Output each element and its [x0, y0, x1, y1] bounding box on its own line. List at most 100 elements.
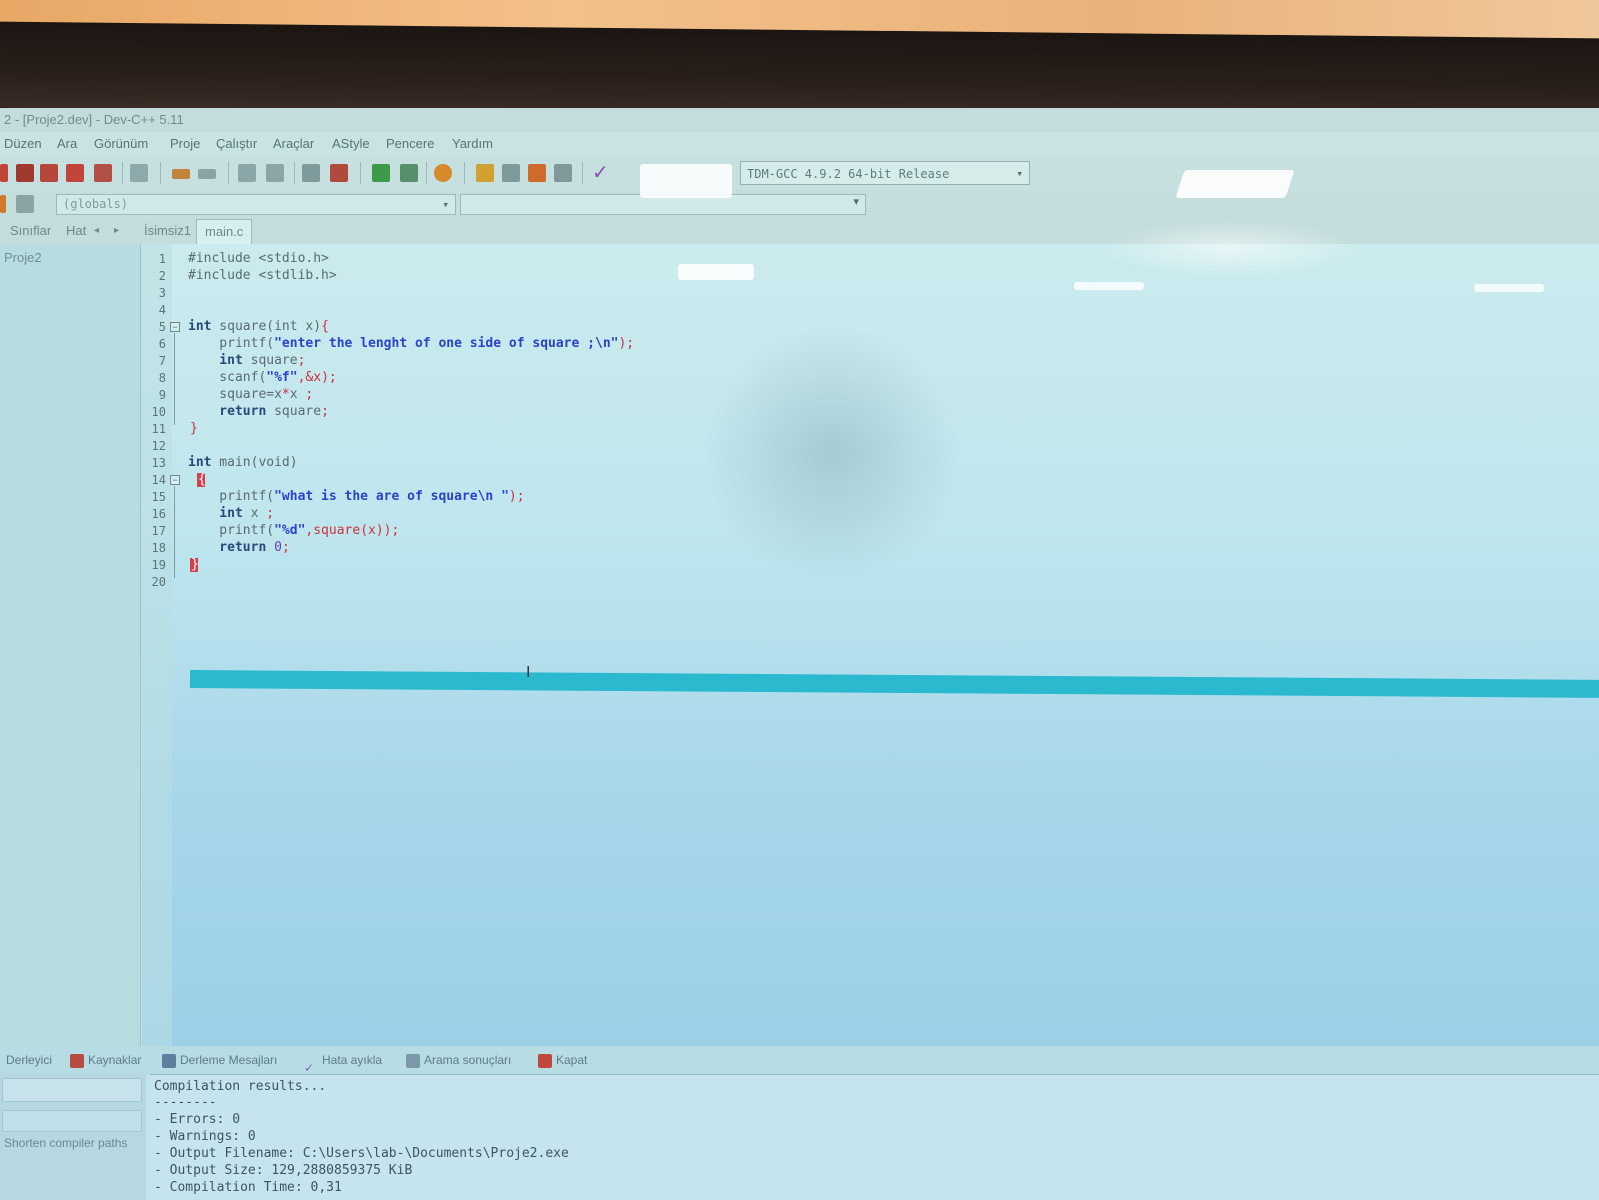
keyword: int	[188, 319, 212, 334]
line-number: 13	[151, 456, 166, 470]
project-icon[interactable]	[434, 164, 452, 182]
code-symbol: ;	[266, 506, 275, 521]
compile-icon[interactable]	[476, 164, 494, 182]
monitor-screen: 2 - [Proje2.dev] - Dev-C++ 5.11 Düzen Ar…	[0, 108, 1599, 1200]
print-icon[interactable]	[130, 164, 148, 182]
new-file-icon[interactable]	[0, 164, 8, 182]
chevron-down-icon: ▾	[853, 196, 859, 208]
tab-isimsiz1[interactable]: İsimsiz1	[144, 218, 191, 244]
tab-label: Kapat	[556, 1053, 588, 1067]
line-number: 1	[158, 252, 166, 266]
project-sidebar: Proje2	[0, 244, 141, 1046]
chevron-down-icon: ▾	[442, 198, 449, 211]
rebuild-icon[interactable]	[554, 164, 572, 182]
save-all-icon[interactable]	[66, 164, 84, 182]
menu-araclar[interactable]: Araçlar	[273, 132, 314, 156]
line-number: 2	[158, 269, 166, 283]
line-number: 14	[151, 473, 166, 487]
fold-guide	[174, 333, 175, 425]
open-file-icon[interactable]	[16, 164, 34, 182]
line-number: 15	[151, 490, 166, 504]
menu-duzen[interactable]: Düzen	[4, 132, 42, 156]
code-text: square=x	[188, 387, 282, 402]
chevron-right-icon[interactable]: ▸	[114, 218, 119, 244]
scope-select[interactable]: (globals) ▾	[56, 194, 456, 215]
replace-icon[interactable]	[266, 164, 284, 182]
compile-log-output[interactable]: Compilation results... -------- - Errors…	[150, 1074, 1599, 1200]
chevron-down-icon: ▾	[1016, 167, 1023, 180]
close-icon[interactable]	[94, 164, 112, 182]
tab-derleyici[interactable]: Derleyici	[6, 1046, 52, 1074]
goto-line-icon[interactable]	[400, 164, 418, 182]
toolbar-divider	[464, 162, 465, 184]
log-line: - Errors: 0	[154, 1112, 241, 1127]
menu-proje[interactable]: Proje	[170, 132, 200, 156]
string-literal: "enter the lenght of one side of square …	[274, 336, 619, 351]
code-line-14: {	[198, 472, 206, 487]
menu-yardim[interactable]: Yardım	[452, 132, 493, 156]
menu-pencere[interactable]: Pencere	[386, 132, 434, 156]
code-text: x	[289, 387, 306, 402]
menu-calistir[interactable]: Çalıştır	[216, 132, 257, 156]
redo-icon[interactable]	[198, 169, 216, 179]
undo-icon[interactable]	[172, 169, 190, 179]
code-text: square	[242, 353, 298, 368]
code-symbol: {	[321, 319, 329, 334]
keyword: return	[188, 404, 267, 419]
keyword: return	[188, 540, 267, 555]
menu-ara[interactable]: Ara	[57, 132, 77, 156]
run-icon[interactable]	[502, 164, 520, 182]
abort-compilation-button[interactable]	[2, 1078, 142, 1102]
code-line-5: int square(int x){	[188, 319, 329, 334]
tab-kaynaklar[interactable]: Kaynaklar	[70, 1046, 141, 1074]
tab-main-c[interactable]: main.c	[196, 219, 253, 244]
find-icon[interactable]	[238, 164, 256, 182]
toolbar-divider	[122, 162, 123, 184]
code-line-9: square=x*x ;	[188, 387, 313, 402]
toggle-bookmark-icon[interactable]	[16, 195, 34, 213]
bookmark-icon[interactable]	[0, 195, 6, 213]
menu-astyle[interactable]: AStyle	[332, 132, 370, 156]
indent-icon[interactable]	[302, 164, 320, 182]
line-number: 12	[151, 439, 166, 453]
menu-gorunum[interactable]: Görünüm	[94, 132, 148, 156]
code-editor[interactable]: 1 2 3 4 5 6 7 8 9 10 11 12 13 14 15 16 1…	[142, 244, 1599, 1046]
code-line-13: int main(void)	[188, 455, 298, 470]
options-field[interactable]	[2, 1110, 142, 1132]
code-line-8: scanf("%f",&x);	[188, 370, 336, 385]
line-number: 8	[158, 371, 166, 385]
chevron-left-icon[interactable]: ◂	[94, 218, 99, 244]
compile-run-icon[interactable]	[528, 164, 546, 182]
code-text: printf(	[188, 489, 275, 504]
window-title: 2 - [Proje2.dev] - Dev-C++ 5.11	[0, 108, 1599, 132]
string-literal: "what is the are of square\n "	[274, 489, 509, 504]
fold-minus-icon[interactable]: −	[170, 475, 180, 485]
line-number: 6	[158, 337, 166, 351]
goto-icon[interactable]	[372, 164, 390, 182]
ceiling-light-reflection	[1474, 284, 1544, 292]
tab-hat[interactable]: Hat	[66, 218, 86, 244]
project-tree-item[interactable]: Proje2	[4, 250, 42, 265]
code-line-17: printf("%d",square(x));	[188, 523, 399, 538]
check-icon[interactable]: ✓	[592, 163, 610, 183]
save-icon[interactable]	[40, 164, 58, 182]
toolbar-divider	[426, 162, 427, 184]
log-line: - Compilation Time: 0,31	[154, 1180, 342, 1195]
line-number: 18	[151, 541, 166, 555]
unindent-icon[interactable]	[330, 164, 348, 182]
resources-icon	[70, 1053, 84, 1068]
number-literal: 0	[266, 540, 282, 555]
fold-minus-icon[interactable]: −	[170, 322, 180, 332]
tab-kapat[interactable]: Kapat	[538, 1046, 587, 1074]
tab-siniflar[interactable]: Sınıflar	[10, 218, 51, 244]
keyword: int	[188, 506, 243, 521]
code-symbol: ;	[321, 404, 329, 419]
secondary-toolbar: (globals) ▾ ▾	[0, 190, 1599, 218]
tab-arama-sonuclari[interactable]: Arama sonuçları	[406, 1046, 511, 1074]
tab-derleme-mesajlari[interactable]: Derleme Mesajları	[162, 1046, 277, 1074]
compiler-select[interactable]: TDM-GCC 4.9.2 64-bit Release ▾	[740, 161, 1030, 185]
ceiling-light-reflection	[678, 264, 754, 280]
shorten-compiler-paths-checkbox[interactable]: Shorten compiler paths	[4, 1136, 144, 1150]
tab-hata-ayikla[interactable]: ✓ Hata ayıkla	[304, 1046, 382, 1075]
line-number: 9	[158, 388, 166, 402]
